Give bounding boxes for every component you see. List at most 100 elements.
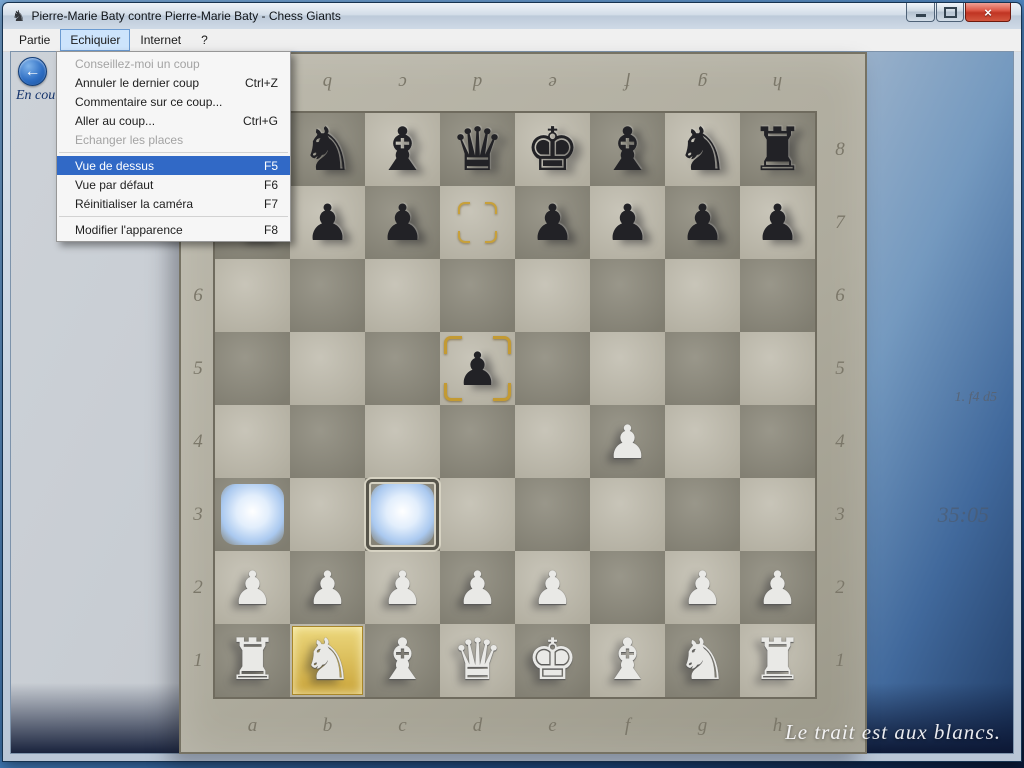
square-g2[interactable]: ♟: [665, 551, 740, 624]
square-g6[interactable]: [665, 259, 740, 332]
white-pawn-f4[interactable]: ♟: [607, 419, 648, 465]
square-a1[interactable]: ♜: [215, 624, 290, 697]
close-button[interactable]: ×: [965, 3, 1011, 22]
white-pawn-h2[interactable]: ♟: [757, 565, 798, 611]
square-h5[interactable]: [740, 332, 815, 405]
square-h7[interactable]: ♟: [740, 186, 815, 259]
square-e1[interactable]: ♚: [515, 624, 590, 697]
menu-item-modifier-l-apparence[interactable]: Modifier l'apparenceF8: [57, 220, 290, 239]
game-state-link[interactable]: En cou: [16, 88, 55, 104]
square-c6[interactable]: [365, 259, 440, 332]
square-a2[interactable]: ♟: [215, 551, 290, 624]
black-pawn-c7[interactable]: ♟: [380, 198, 425, 248]
square-b2[interactable]: ♟: [290, 551, 365, 624]
square-h8[interactable]: ♜: [740, 113, 815, 186]
white-pawn-b2[interactable]: ♟: [307, 565, 348, 611]
menubar-item-item[interactable]: ?: [191, 29, 218, 51]
black-pawn-d5[interactable]: ♟: [457, 346, 498, 392]
white-pawn-e2[interactable]: ♟: [532, 565, 573, 611]
black-knight-g8[interactable]: ♞: [676, 120, 730, 180]
square-c5[interactable]: [365, 332, 440, 405]
black-king-e8[interactable]: ♚: [526, 120, 580, 180]
square-f7[interactable]: ♟: [590, 186, 665, 259]
square-g4[interactable]: [665, 405, 740, 478]
black-rook-h8[interactable]: ♜: [751, 120, 805, 180]
square-c1[interactable]: ♝: [365, 624, 440, 697]
square-d4[interactable]: [440, 405, 515, 478]
square-d2[interactable]: ♟: [440, 551, 515, 624]
white-bishop-f1[interactable]: ♝: [602, 632, 653, 689]
square-c3[interactable]: [365, 478, 440, 551]
black-pawn-g7[interactable]: ♟: [680, 198, 725, 248]
white-knight-g1[interactable]: ♞: [677, 632, 728, 689]
square-h1[interactable]: ♜: [740, 624, 815, 697]
square-b7[interactable]: ♟: [290, 186, 365, 259]
menubar-item-echiquier[interactable]: Echiquier: [60, 29, 130, 51]
white-king-e1[interactable]: ♚: [527, 632, 578, 689]
white-rook-a1[interactable]: ♜: [227, 632, 278, 689]
square-g3[interactable]: [665, 478, 740, 551]
square-b5[interactable]: [290, 332, 365, 405]
white-pawn-d2[interactable]: ♟: [457, 565, 498, 611]
square-f5[interactable]: [590, 332, 665, 405]
menu-item-commentaire-sur-ce-coup[interactable]: Commentaire sur ce coup...: [57, 92, 290, 111]
black-queen-d8[interactable]: ♛: [451, 120, 505, 180]
square-b6[interactable]: [290, 259, 365, 332]
square-f2[interactable]: [590, 551, 665, 624]
square-h3[interactable]: [740, 478, 815, 551]
square-d8[interactable]: ♛: [440, 113, 515, 186]
white-rook-h1[interactable]: ♜: [752, 632, 803, 689]
black-bishop-f8[interactable]: ♝: [601, 120, 655, 180]
square-g8[interactable]: ♞: [665, 113, 740, 186]
square-f8[interactable]: ♝: [590, 113, 665, 186]
white-pawn-g2[interactable]: ♟: [682, 565, 723, 611]
back-button[interactable]: ←: [18, 57, 47, 86]
square-f6[interactable]: [590, 259, 665, 332]
white-pawn-a2[interactable]: ♟: [232, 565, 273, 611]
white-bishop-c1[interactable]: ♝: [377, 632, 428, 689]
square-g1[interactable]: ♞: [665, 624, 740, 697]
menubar-item-internet[interactable]: Internet: [130, 29, 191, 51]
black-knight-b8[interactable]: ♞: [301, 120, 355, 180]
square-c8[interactable]: ♝: [365, 113, 440, 186]
square-d6[interactable]: [440, 259, 515, 332]
square-h4[interactable]: [740, 405, 815, 478]
black-pawn-e7[interactable]: ♟: [530, 198, 575, 248]
square-e7[interactable]: ♟: [515, 186, 590, 259]
black-pawn-f7[interactable]: ♟: [605, 198, 650, 248]
square-f3[interactable]: [590, 478, 665, 551]
square-b1[interactable]: ♞: [290, 624, 365, 697]
square-g5[interactable]: [665, 332, 740, 405]
square-e2[interactable]: ♟: [515, 551, 590, 624]
menu-item-aller-au-coup[interactable]: Aller au coup...Ctrl+G: [57, 111, 290, 130]
square-f1[interactable]: ♝: [590, 624, 665, 697]
square-e5[interactable]: [515, 332, 590, 405]
square-d1[interactable]: ♛: [440, 624, 515, 697]
square-d7[interactable]: [440, 186, 515, 259]
menu-item-annuler-le-dernier-coup[interactable]: Annuler le dernier coupCtrl+Z: [57, 73, 290, 92]
black-pawn-h7[interactable]: ♟: [755, 198, 800, 248]
square-d5[interactable]: ♟: [440, 332, 515, 405]
square-e4[interactable]: [515, 405, 590, 478]
square-e6[interactable]: [515, 259, 590, 332]
square-g7[interactable]: ♟: [665, 186, 740, 259]
menu-item-vue-par-defaut[interactable]: Vue par défautF6: [57, 175, 290, 194]
black-bishop-c8[interactable]: ♝: [376, 120, 430, 180]
white-pawn-c2[interactable]: ♟: [382, 565, 423, 611]
menu-item-reinitialiser-la-camera[interactable]: Réinitialiser la caméraF7: [57, 194, 290, 213]
square-h6[interactable]: [740, 259, 815, 332]
square-b8[interactable]: ♞: [290, 113, 365, 186]
square-a5[interactable]: [215, 332, 290, 405]
square-d3[interactable]: [440, 478, 515, 551]
square-c4[interactable]: [365, 405, 440, 478]
square-b3[interactable]: [290, 478, 365, 551]
maximize-button[interactable]: [936, 3, 964, 22]
square-f4[interactable]: ♟: [590, 405, 665, 478]
menubar-item-partie[interactable]: Partie: [9, 29, 60, 51]
title-bar[interactable]: ♞ Pierre-Marie Baty contre Pierre-Marie …: [3, 3, 1021, 29]
white-knight-b1[interactable]: ♞: [302, 632, 353, 689]
square-a3[interactable]: [215, 478, 290, 551]
square-e3[interactable]: [515, 478, 590, 551]
square-b4[interactable]: [290, 405, 365, 478]
white-queen-d1[interactable]: ♛: [452, 632, 503, 689]
